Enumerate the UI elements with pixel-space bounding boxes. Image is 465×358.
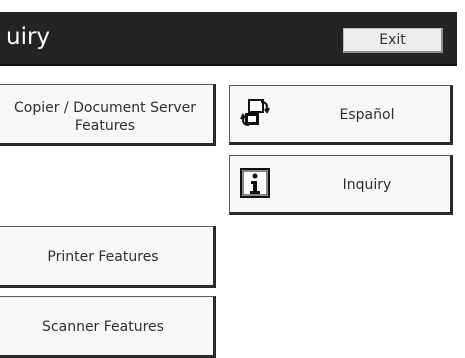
copier-button-label-line-1: Copier / Document Server (14, 100, 196, 116)
page-title: uiry (6, 24, 51, 50)
copier-document-server-features-button[interactable]: Copier / Document Server Features (0, 84, 216, 146)
inquiry-button[interactable]: Inquiry (229, 155, 453, 215)
inquiry-button-label: Inquiry (342, 177, 392, 193)
main-content: Copier / Document Server Features Printe… (0, 66, 457, 358)
copier-button-label-line-2: Features (74, 118, 136, 134)
info-icon (240, 168, 270, 198)
scanner-features-button[interactable]: Scanner Features (0, 296, 216, 358)
espanol-button[interactable]: Español (229, 85, 453, 145)
espanol-button-label: Español (339, 107, 395, 123)
exit-button[interactable]: Exit (343, 28, 443, 53)
printer-features-button[interactable]: Printer Features (0, 226, 216, 288)
title-bar: uiry Exit (0, 12, 457, 66)
language-switch-icon (240, 99, 270, 126)
